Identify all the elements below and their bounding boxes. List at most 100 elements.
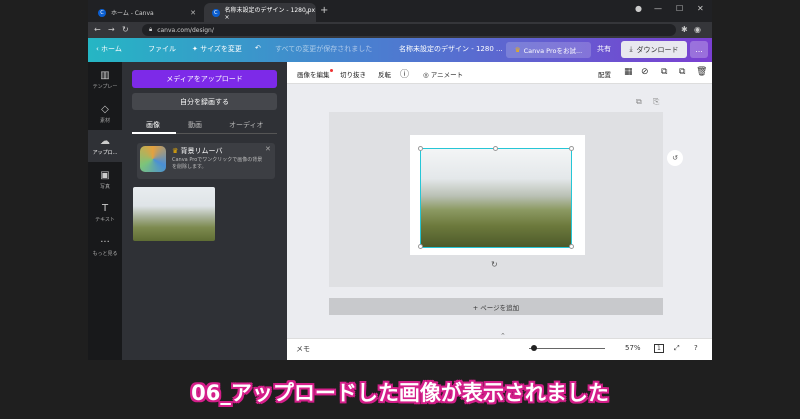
- page-count[interactable]: 1: [654, 344, 664, 353]
- close-icon[interactable]: ✕: [265, 145, 271, 153]
- info-icon[interactable]: ⓘ: [400, 67, 409, 80]
- bg-remover-title-text: 背景リムーバ: [180, 147, 223, 155]
- photo-icon: ▣: [100, 170, 110, 181]
- try-pro-button[interactable]: ♛ Canva Proをお試...: [506, 42, 591, 58]
- rail-item-text[interactable]: T テキスト: [88, 197, 122, 229]
- resize-handle[interactable]: [569, 146, 574, 151]
- upload-icon: ☁: [100, 136, 110, 147]
- tab-images[interactable]: 画像: [146, 120, 160, 130]
- rail-label: テンプレー: [92, 84, 118, 90]
- add-page-icon[interactable]: ⎘: [653, 97, 659, 107]
- more-options-button[interactable]: ...: [690, 41, 708, 58]
- notification-dot: [329, 69, 333, 72]
- more-icon: ···: [100, 237, 110, 248]
- help-icon[interactable]: ?: [694, 344, 698, 352]
- file-menu[interactable]: ファイル: [148, 44, 176, 54]
- undo-icon[interactable]: ↶: [255, 44, 261, 52]
- browser-tab-home[interactable]: C ホーム - Canva ✕: [90, 3, 202, 22]
- minimize-icon[interactable]: —: [654, 4, 662, 13]
- url-text: canva.com/design/: [157, 26, 214, 34]
- group-icon[interactable]: ⧉: [661, 67, 667, 77]
- copy-page-icon[interactable]: ⧉: [636, 97, 642, 107]
- rail-label: もっと見る: [92, 251, 118, 257]
- tab-title: ホーム - Canva: [111, 10, 154, 17]
- duplicate-icon[interactable]: ⧉: [679, 67, 685, 77]
- close-tab-icon[interactable]: ✕: [304, 9, 310, 17]
- record-yourself-button[interactable]: 自分を録画する: [132, 93, 277, 110]
- rail-label: アップロ...: [92, 150, 118, 156]
- rail-label: 写真: [99, 184, 110, 190]
- editor-footer: [287, 338, 712, 360]
- address-bar[interactable]: 🔒︎ canva.com/design/: [142, 24, 676, 36]
- uploaded-photo[interactable]: [420, 148, 572, 248]
- download-icon: ⤓: [629, 45, 633, 53]
- tab-audio[interactable]: オーディオ: [229, 120, 264, 130]
- add-page-button[interactable]: + ページを追加: [329, 298, 663, 315]
- canva-favicon-icon: C: [212, 8, 220, 17]
- maximize-icon[interactable]: ☐: [676, 4, 683, 13]
- arrange-button[interactable]: 配置: [598, 69, 611, 79]
- resize-handle[interactable]: [418, 146, 423, 151]
- template-icon: ▥: [100, 70, 110, 81]
- save-status: すべての変更が保存されました: [275, 45, 373, 53]
- tab-videos[interactable]: 動画: [188, 120, 202, 130]
- elements-icon: ◇: [101, 104, 109, 115]
- rail-item-elements[interactable]: ◇ 素材: [88, 98, 122, 130]
- crown-icon: ♛: [514, 46, 521, 54]
- edit-image-button[interactable]: 画像を編集: [297, 69, 333, 79]
- upload-media-button[interactable]: メディアをアップロード: [132, 70, 277, 88]
- animate-label: アニメート: [430, 71, 464, 79]
- home-label: ホーム: [101, 45, 122, 53]
- new-tab-icon[interactable]: +: [320, 5, 328, 16]
- active-tab-indicator: [132, 132, 176, 134]
- download-button[interactable]: ⤓ ダウンロード: [621, 41, 687, 58]
- bg-remover-icon: [140, 146, 166, 172]
- zoom-slider[interactable]: [529, 348, 605, 349]
- close-window-icon[interactable]: ✕: [697, 4, 704, 13]
- transparency-icon[interactable]: ▦: [624, 67, 633, 77]
- resize-button[interactable]: ✦ サイズを変更: [192, 44, 242, 54]
- canva-favicon-icon: C: [98, 8, 106, 17]
- tab-title: 名称未設定のデザイン - 1280 px ×: [224, 6, 316, 21]
- resize-handle[interactable]: [569, 244, 574, 249]
- download-label: ダウンロード: [636, 45, 679, 54]
- crown-icon: ♛: [172, 147, 179, 155]
- forward-icon[interactable]: →: [108, 25, 115, 34]
- resize-handle[interactable]: [493, 146, 498, 151]
- browser-window: C ホーム - Canva ✕ C 名称未設定のデザイン - 1280 px ×…: [88, 0, 712, 360]
- rail-item-photos[interactable]: ▣ 写真: [88, 164, 122, 196]
- document-title[interactable]: 名称未設定のデザイン - 1280 ...: [399, 44, 503, 54]
- rail-item-uploads[interactable]: ☁ アップロ...: [88, 130, 122, 162]
- rail-item-templates[interactable]: ▥ テンプレー: [88, 64, 122, 96]
- bg-remover-description: Canva Proでワンクリックで画像の背景を削除します。: [172, 157, 263, 170]
- rail-label: テキスト: [95, 217, 115, 223]
- back-icon[interactable]: ←: [94, 25, 101, 34]
- home-button[interactable]: ‹ ホーム: [96, 44, 122, 54]
- rail-item-more[interactable]: ··· もっと見る: [88, 231, 122, 263]
- extension-icon[interactable]: ●: [635, 4, 642, 13]
- resize-handle[interactable]: [418, 244, 423, 249]
- crop-button[interactable]: 切り抜き: [340, 69, 366, 79]
- link-icon[interactable]: ⊘: [641, 67, 649, 77]
- video-caption: 06_アップロードした画像が表示されました: [191, 380, 609, 405]
- animate-icon: ◎: [423, 71, 429, 79]
- rotate-icon[interactable]: ↻: [491, 260, 498, 269]
- puzzle-icon[interactable]: ✱: [681, 25, 688, 34]
- flip-button[interactable]: 反転: [378, 69, 391, 79]
- rail-label: 素材: [99, 118, 110, 124]
- notes-button[interactable]: メモ: [296, 344, 310, 354]
- uploaded-image-thumbnail[interactable]: [133, 187, 215, 241]
- share-button[interactable]: 共有: [597, 44, 611, 54]
- text-icon: T: [101, 203, 109, 214]
- browser-tab-design[interactable]: C 名称未設定のデザイン - 1280 px × ✕: [204, 3, 316, 22]
- fullscreen-icon[interactable]: ⤢: [674, 344, 680, 353]
- trash-icon[interactable]: 🗑︎: [696, 67, 707, 77]
- zoom-level[interactable]: 57%: [625, 344, 641, 352]
- animate-button[interactable]: ◎ アニメート: [423, 69, 463, 79]
- close-tab-icon[interactable]: ✕: [190, 9, 196, 17]
- comment-icon[interactable]: ↺: [667, 150, 683, 166]
- resize-label: サイズを変更: [200, 45, 242, 53]
- edit-image-label: 画像を編集: [297, 71, 330, 79]
- reload-icon[interactable]: ↻: [122, 25, 129, 34]
- profile-avatar-icon[interactable]: ◉: [694, 25, 701, 34]
